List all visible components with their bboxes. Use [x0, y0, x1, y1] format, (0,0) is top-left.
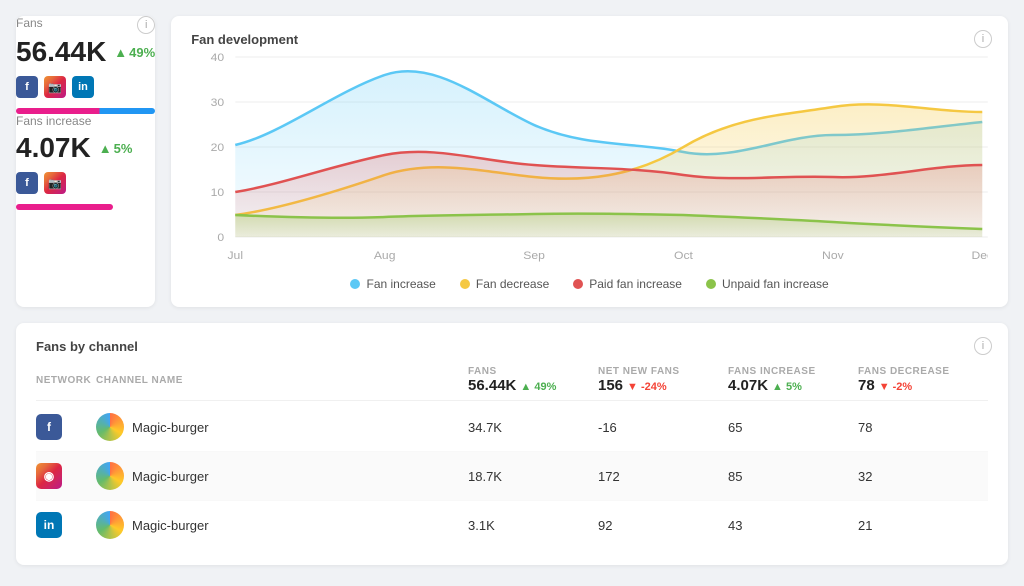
legend-fan-increase-dot	[350, 279, 360, 289]
channel-name: Magic-burger	[132, 420, 209, 435]
row-faninc: 85	[728, 469, 858, 484]
fans-by-channel-card: Fans by channel i Network Channel Name F…	[16, 323, 1008, 565]
row-fandec: 21	[858, 518, 988, 533]
fans-inc-fb-icon[interactable]: f	[16, 172, 38, 194]
svg-text:30: 30	[211, 97, 225, 109]
legend-fan-decrease-dot	[460, 279, 470, 289]
fans-header-trend: ▲ 49%	[520, 381, 556, 393]
svg-text:Aug: Aug	[374, 250, 396, 262]
network-icon-fb: f	[36, 414, 62, 440]
fans-increase-value: 4.07K ▲ 5%	[16, 132, 155, 164]
table-header: Network Channel Name Fans 56.44K ▲ 49% N…	[36, 354, 988, 401]
fandec-header-trend: ▼ -2%	[879, 381, 913, 393]
fans-increase-bar	[16, 204, 113, 210]
fans-li-icon[interactable]: in	[72, 76, 94, 98]
legend-paid-label: Paid fan increase	[589, 277, 682, 291]
chart-area: 40 30 20 10 0 Jul Aug Sep Oct Nov Dec	[191, 47, 988, 267]
row-fandec: 32	[858, 469, 988, 484]
row-channel: Magic-burger	[96, 511, 468, 539]
chart-legend: Fan increase Fan decrease Paid fan incre…	[191, 277, 988, 291]
table-body: f Magic-burger 34.7K -16 65 78 ◉ Magic-b…	[36, 403, 988, 549]
row-netnew: -16	[598, 420, 728, 435]
row-fans: 34.7K	[468, 420, 598, 435]
row-channel: Magic-burger	[96, 462, 468, 490]
channel-name: Magic-burger	[132, 469, 209, 484]
row-faninc: 43	[728, 518, 858, 533]
fans-inc-ig-icon[interactable]: 📷	[44, 172, 66, 194]
network-icon-li: in	[36, 512, 62, 538]
row-network: in	[36, 512, 96, 538]
top-row: Fans i 56.44K ▲ 49% f 📷 in	[16, 16, 1008, 307]
fans-box: Fans i 56.44K ▲ 49% f 📷 in	[16, 16, 155, 114]
fans-value: 56.44K ▲ 49%	[16, 36, 155, 68]
fans-increase-social-icons: f 📷	[16, 172, 155, 194]
fans-by-channel-title: Fans by channel	[36, 339, 138, 354]
fans-label: Fans	[16, 16, 43, 30]
col-fandec-header: Fans Decrease 78 ▼ -2%	[858, 362, 988, 394]
row-fandec: 78	[858, 420, 988, 435]
fans-by-channel-info-icon[interactable]: i	[974, 337, 992, 355]
legend-fan-increase: Fan increase	[350, 277, 435, 291]
svg-text:20: 20	[211, 142, 225, 154]
fans-increase-trend: ▲ 5%	[99, 141, 133, 156]
dashboard: Fans i 56.44K ▲ 49% f 📷 in	[16, 16, 1008, 565]
col-channel-header: Channel Name	[96, 371, 468, 386]
fan-dev-title: Fan development	[191, 32, 298, 47]
table-row: f Magic-burger 34.7K -16 65 78	[36, 403, 988, 452]
fans-trend: ▲ 49%	[114, 45, 155, 60]
table-row: in Magic-burger 3.1K 92 43 21	[36, 501, 988, 549]
fans-ig-icon[interactable]: 📷	[44, 76, 66, 98]
fans-increase-progress-bars	[16, 204, 155, 210]
svg-text:10: 10	[211, 187, 225, 199]
network-icon-ig: ◉	[36, 463, 62, 489]
svg-text:Sep: Sep	[523, 250, 545, 262]
faninc-header-trend: ▲ 5%	[772, 381, 802, 393]
legend-unpaid-label: Unpaid fan increase	[722, 277, 829, 291]
fans-social-icons: f 📷 in	[16, 76, 155, 98]
fans-fb-icon[interactable]: f	[16, 76, 38, 98]
fans-left-panel: Fans i 56.44K ▲ 49% f 📷 in	[16, 16, 155, 307]
table-row: ◉ Magic-burger 18.7K 172 85 32	[36, 452, 988, 501]
legend-paid-dot	[573, 279, 583, 289]
row-netnew: 172	[598, 469, 728, 484]
row-netnew: 92	[598, 518, 728, 533]
row-faninc: 65	[728, 420, 858, 435]
legend-paid-fan-increase: Paid fan increase	[573, 277, 682, 291]
col-fans-header: Fans 56.44K ▲ 49%	[468, 362, 598, 394]
svg-text:40: 40	[211, 52, 225, 64]
svg-text:Oct: Oct	[674, 250, 694, 262]
svg-text:0: 0	[218, 232, 225, 244]
col-network-header: Network	[36, 371, 96, 386]
legend-fan-decrease: Fan decrease	[460, 277, 549, 291]
fan-development-card: Fan development i 40 30 20 10 0	[171, 16, 1008, 307]
legend-fan-decrease-label: Fan decrease	[476, 277, 549, 291]
fan-dev-chart: 40 30 20 10 0 Jul Aug Sep Oct Nov Dec	[191, 47, 988, 267]
fans-increase-label: Fans increase	[16, 114, 155, 128]
channel-avatar	[96, 462, 124, 490]
svg-text:Nov: Nov	[822, 250, 844, 262]
legend-unpaid-dot	[706, 279, 716, 289]
netnew-header-trend: ▼ -24%	[627, 381, 667, 393]
fans-info-icon[interactable]: i	[137, 16, 155, 34]
channel-avatar	[96, 413, 124, 441]
row-network: ◉	[36, 463, 96, 489]
row-channel: Magic-burger	[96, 413, 468, 441]
svg-text:Jul: Jul	[228, 250, 244, 262]
row-network: f	[36, 414, 96, 440]
legend-unpaid-fan-increase: Unpaid fan increase	[706, 277, 829, 291]
col-faninc-header: Fans Increase 4.07K ▲ 5%	[728, 362, 858, 394]
col-netnew-header: Net New Fans 156 ▼ -24%	[598, 362, 728, 394]
svg-text:Dec: Dec	[972, 250, 988, 262]
row-fans: 3.1K	[468, 518, 598, 533]
channel-avatar	[96, 511, 124, 539]
channel-name: Magic-burger	[132, 518, 209, 533]
row-fans: 18.7K	[468, 469, 598, 484]
fans-increase-box: Fans increase 4.07K ▲ 5% f 📷	[16, 114, 155, 210]
legend-fan-increase-label: Fan increase	[366, 277, 435, 291]
fan-dev-info-icon[interactable]: i	[974, 30, 992, 48]
